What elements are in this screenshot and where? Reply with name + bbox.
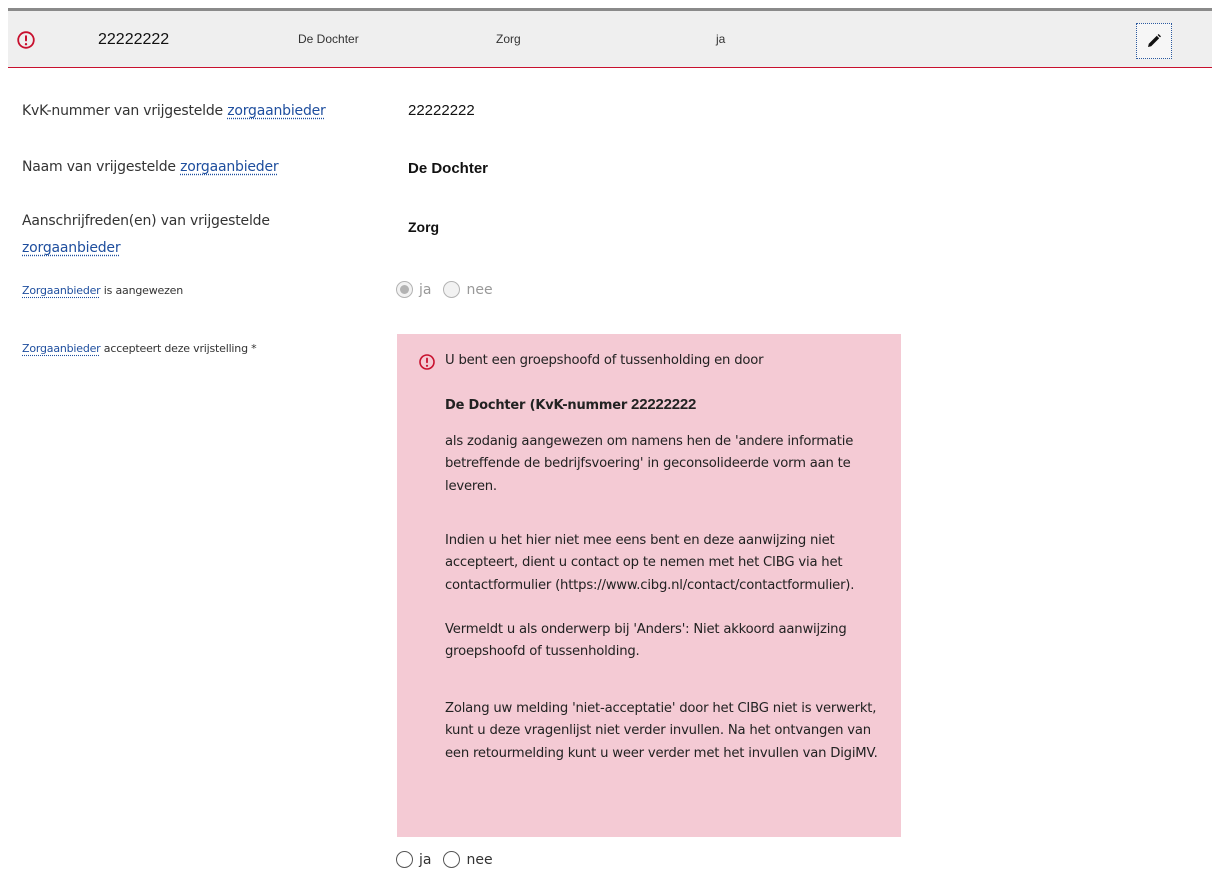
- exclamation-circle-icon: [17, 31, 35, 49]
- warning-paragraph-1: als zodanig aangewezen om namens hen de …: [445, 434, 854, 494]
- aangewezen-label: Zorgaanbieder is aangewezen: [22, 284, 183, 297]
- kvk-label: KvK-nummer van vrijgestelde zorgaanbiede…: [22, 103, 326, 119]
- warning-box: U bent een groepshoofd of tussenholding …: [397, 334, 901, 837]
- term-link-zorgaanbieder[interactable]: zorgaanbieder: [22, 240, 121, 256]
- term-link-zorgaanbieder[interactable]: zorgaanbieder: [180, 159, 279, 175]
- page: 22222222 De Dochter Zorg ja KvK-nummer v…: [0, 0, 1212, 875]
- naam-label: Naam van vrijgestelde zorgaanbieder: [22, 159, 279, 175]
- term-link-zorgaanbieder[interactable]: Zorgaanbieder: [22, 284, 101, 297]
- kvk-value: 22222222: [408, 102, 475, 119]
- pencil-icon: [1148, 34, 1161, 47]
- accepteert-label: Zorgaanbieder accepteert deze vrijstelli…: [22, 342, 257, 355]
- term-link-zorgaanbieder[interactable]: zorgaanbieder: [227, 103, 326, 119]
- aanschrijf-label: Aanschrijfreden(en) van vrijgestelde zor…: [22, 213, 270, 256]
- edit-button[interactable]: [1136, 23, 1172, 59]
- accepteert-radio-nee[interactable]: [443, 851, 461, 868]
- aangewezen-radio-group: ja nee: [396, 281, 505, 298]
- summary-aangewezen: ja: [716, 32, 726, 46]
- accepteert-radio-ja[interactable]: [396, 851, 413, 868]
- accepteert-radio-group: ja nee: [396, 851, 505, 868]
- term-link-zorgaanbieder[interactable]: Zorgaanbieder: [22, 342, 101, 355]
- aangewezen-radio-ja: [396, 281, 413, 298]
- warning-organisation: De Dochter (KvK-nummer 22222222: [445, 396, 697, 413]
- summary-aanschrijfnaam: Zorg: [496, 32, 521, 46]
- aangewezen-radio-nee: [443, 281, 461, 298]
- aanschrijf-value: Zorg: [408, 219, 440, 235]
- warning-paragraph-2: Indien u het hier niet mee eens bent en …: [445, 533, 855, 593]
- summary-naam: De Dochter: [298, 32, 359, 46]
- naam-value: De Dochter: [408, 160, 489, 177]
- warning-intro: U bent een groepshoofd of tussenholding …: [445, 353, 764, 368]
- exclamation-circle-icon: [419, 354, 435, 370]
- warning-paragraph-4: Zolang uw melding 'niet-acceptatie' door…: [445, 701, 878, 761]
- summary-row: 22222222 De Dochter Zorg ja: [8, 8, 1212, 68]
- summary-kvk-nummer: 22222222: [98, 31, 170, 48]
- warning-paragraph-3: Vermeldt u als onderwerp bij 'Anders': N…: [445, 622, 847, 660]
